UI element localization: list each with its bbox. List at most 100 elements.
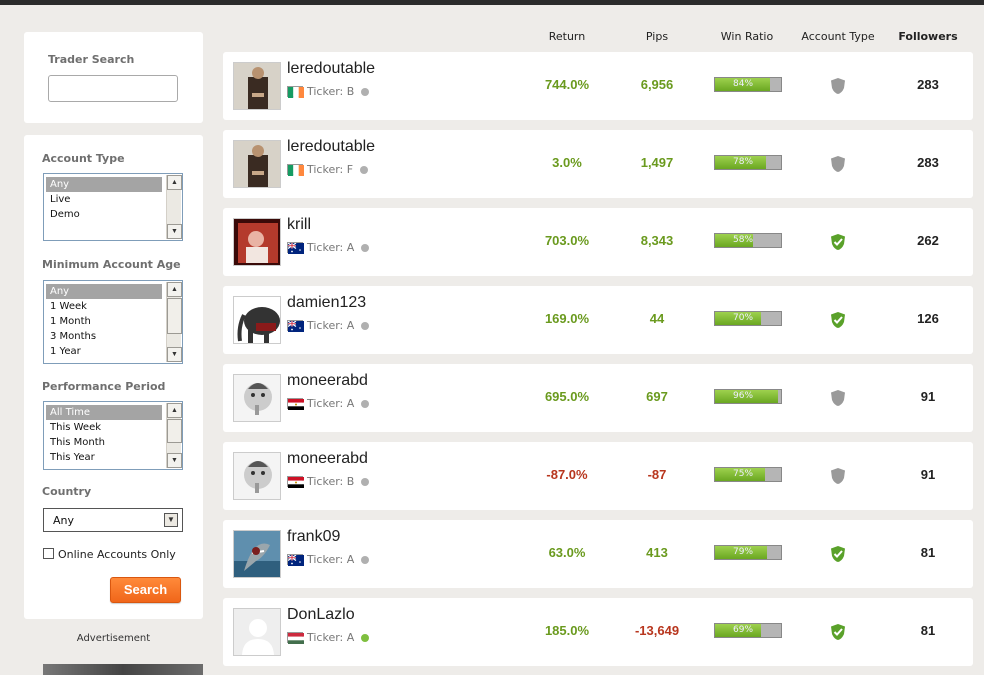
listbox-option[interactable]: This Week (46, 420, 162, 435)
scroll-up-icon[interactable]: ▲ (167, 403, 182, 418)
listbox-option[interactable]: 1 Year (46, 344, 162, 359)
listbox-option[interactable]: Live (46, 192, 162, 207)
performance-period-label: Performance Period (42, 380, 166, 393)
verified-shield-icon (830, 545, 846, 563)
pips-value: 6,956 (640, 77, 674, 92)
col-pips[interactable]: Pips (617, 30, 697, 43)
listbox-option[interactable]: Demo (46, 207, 162, 222)
trader-row[interactable]: leredoutable Ticker: F 3.0% 1,497 78% 283 (223, 130, 973, 198)
pips-value: 8,343 (640, 233, 674, 248)
avatar[interactable] (233, 62, 281, 110)
pips-value: -13,649 (634, 623, 680, 638)
trader-row[interactable]: damien123 Ticker: A 169.0% 44 70% 126 (223, 286, 973, 354)
return-value: 169.0% (544, 311, 590, 326)
avatar[interactable] (233, 374, 281, 422)
trader-row[interactable]: krill Ticker: A 703.0% 8,343 58% 262 (223, 208, 973, 276)
avatar[interactable] (233, 452, 281, 500)
avatar[interactable] (233, 530, 281, 578)
ticker-line: Ticker: B (287, 475, 370, 488)
followers-count: 81 (920, 545, 936, 560)
trader-name[interactable]: leredoutable (287, 60, 375, 78)
listbox-option[interactable]: Any (46, 284, 162, 299)
country-select-value: Any (53, 514, 75, 527)
scroll-thumb[interactable] (167, 419, 182, 443)
advertisement-image[interactable] (43, 664, 203, 675)
scroll-down-icon[interactable]: ▼ (167, 347, 182, 362)
win-ratio-label: 96% (733, 391, 754, 401)
ticker-line: Ticker: A (287, 631, 370, 644)
win-ratio-bar: 75% (714, 467, 782, 482)
col-account-type[interactable]: Account Type (793, 30, 883, 43)
search-button[interactable]: Search (110, 577, 181, 603)
listbox-option[interactable]: 1 Month (46, 314, 162, 329)
trader-row[interactable]: frank09 Ticker: A 63.0% 413 79% 81 (223, 520, 973, 588)
scroll-up-icon[interactable]: ▲ (167, 282, 182, 297)
return-value: 63.0% (548, 545, 586, 560)
trader-row[interactable]: moneerabd Ticker: A 695.0% 697 96% 91 (223, 364, 973, 432)
egypt-flag-icon (287, 398, 304, 410)
win-ratio-bar: 58% (714, 233, 782, 248)
ireland-flag-icon (287, 86, 304, 98)
trader-row[interactable]: leredoutable Ticker: B 744.0% 6,956 84% 283 (223, 52, 973, 120)
australia-flag-icon (287, 242, 304, 254)
account-type-listbox[interactable]: Any Live Demo ▲ ▼ (43, 173, 183, 241)
online-accounts-checkbox[interactable] (43, 548, 54, 559)
online-accounts-label: Online Accounts Only (58, 548, 176, 561)
ticker-label: Ticker: A (307, 397, 355, 410)
country-label: Country (42, 485, 92, 498)
scroll-up-icon[interactable]: ▲ (167, 175, 182, 190)
trader-name[interactable]: damien123 (287, 294, 366, 312)
listbox-option[interactable]: 1 Week (46, 299, 162, 314)
listbox-option[interactable]: This Month (46, 435, 162, 450)
win-ratio-bar: 96% (714, 389, 782, 404)
online-status-icon (360, 165, 369, 174)
followers-count: 81 (920, 623, 936, 638)
col-win-ratio[interactable]: Win Ratio (707, 30, 787, 43)
performance-scrollbar[interactable]: ▲ ▼ (166, 403, 182, 468)
avatar[interactable] (233, 218, 281, 266)
ticker-line: Ticker: F (287, 163, 369, 176)
account-type-scrollbar[interactable]: ▲ ▼ (166, 175, 182, 239)
trader-name[interactable]: DonLazlo (287, 606, 355, 624)
avatar[interactable] (233, 296, 281, 344)
trader-search-input[interactable] (48, 75, 178, 102)
verified-shield-icon (830, 311, 846, 329)
trader-row[interactable]: DonLazlo Ticker: A 185.0% -13,649 69% 81 (223, 598, 973, 666)
scroll-thumb[interactable] (167, 298, 182, 334)
trader-name[interactable]: krill (287, 216, 311, 234)
followers-count: 262 (917, 233, 939, 248)
ticker-label: Ticker: B (307, 85, 355, 98)
trader-name[interactable]: moneerabd (287, 450, 368, 468)
ticker-label: Ticker: B (307, 475, 355, 488)
trader-row[interactable]: moneerabd Ticker: B -87.0% -87 75% 91 (223, 442, 973, 510)
chevron-down-icon[interactable]: ▼ (164, 513, 178, 527)
pips-value: -87 (647, 467, 667, 482)
col-followers[interactable]: Followers (893, 30, 963, 43)
scroll-down-icon[interactable]: ▼ (167, 453, 182, 468)
scroll-down-icon[interactable]: ▼ (167, 224, 182, 239)
hungary-flag-icon (287, 632, 304, 644)
shield-icon (830, 77, 846, 95)
pips-value: 697 (646, 389, 668, 404)
online-status-icon (361, 87, 370, 96)
avatar[interactable] (233, 608, 281, 656)
col-return[interactable]: Return (527, 30, 607, 43)
listbox-option[interactable]: All Time (46, 405, 162, 420)
ticker-line: Ticker: A (287, 553, 370, 566)
minimum-account-age-listbox[interactable]: Any 1 Week 1 Month 3 Months 1 Year ▲ ▼ (43, 280, 183, 364)
listbox-option[interactable]: Any (46, 177, 162, 192)
online-status-icon (361, 321, 370, 330)
listbox-option[interactable]: This Year (46, 450, 162, 465)
advertisement-label: Advertisement (76, 633, 151, 644)
country-select[interactable]: Any ▼ (43, 508, 183, 532)
listbox-option[interactable]: 3 Months (46, 329, 162, 344)
account-age-scrollbar[interactable]: ▲ ▼ (166, 282, 182, 362)
return-value: 185.0% (544, 623, 590, 638)
performance-period-listbox[interactable]: All Time This Week This Month This Year ▲ ▼ (43, 401, 183, 470)
ticker-line: Ticker: A (287, 319, 370, 332)
trader-name[interactable]: leredoutable (287, 138, 375, 156)
followers-count: 91 (920, 467, 936, 482)
avatar[interactable] (233, 140, 281, 188)
trader-name[interactable]: frank09 (287, 528, 340, 546)
trader-name[interactable]: moneerabd (287, 372, 368, 390)
